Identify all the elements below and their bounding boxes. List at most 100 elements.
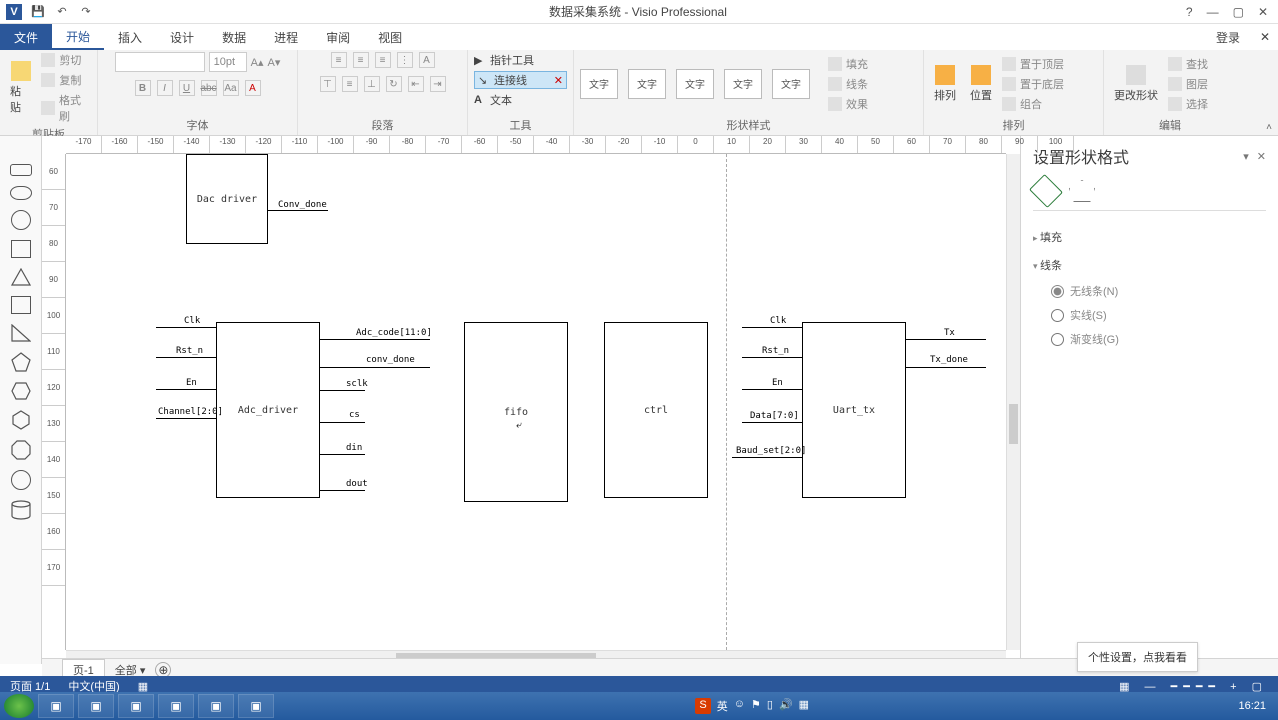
stencil-hexagon-icon[interactable]: [11, 382, 31, 400]
connector[interactable]: [732, 457, 802, 458]
bring-front-button[interactable]: 置于顶层: [1002, 56, 1064, 72]
valign-top-icon[interactable]: ⊤: [320, 76, 336, 92]
layers-button[interactable]: 图层: [1168, 76, 1208, 92]
connector[interactable]: [156, 389, 216, 390]
maximize-icon[interactable]: ▢: [1233, 5, 1244, 19]
underline-icon[interactable]: U: [179, 80, 195, 96]
save-icon[interactable]: 💾: [30, 4, 46, 20]
label-dout[interactable]: dout: [346, 479, 368, 489]
stencil-square-icon[interactable]: [11, 240, 31, 258]
connector[interactable]: [742, 422, 802, 423]
line-gradient-radio[interactable]: 渐变线(G): [1051, 331, 1266, 347]
label-channel[interactable]: Channel[2:0]: [158, 407, 223, 417]
label-conv-done[interactable]: conv_done: [366, 355, 415, 365]
tab-design[interactable]: 设计: [156, 24, 208, 50]
group-button[interactable]: 组合: [1002, 96, 1064, 112]
shape-dac-driver[interactable]: Dac driver: [186, 154, 268, 244]
label-conv-done-top[interactable]: Conv_done: [278, 200, 327, 210]
stencil-cylinder-icon[interactable]: [11, 500, 31, 520]
fill-button[interactable]: 填充: [828, 56, 868, 72]
tab-insert[interactable]: 插入: [104, 24, 156, 50]
minimize-icon[interactable]: —: [1207, 5, 1219, 19]
style-swatch-2[interactable]: 文字: [628, 69, 666, 99]
font-size-combo[interactable]: 10pt: [209, 52, 247, 72]
stencil-triangle-icon[interactable]: [11, 268, 31, 286]
label-clk2[interactable]: Clk: [770, 316, 786, 326]
fill-line-tab-icon[interactable]: [1029, 174, 1063, 208]
redo-icon[interactable]: ↷: [78, 4, 94, 20]
connector[interactable]: [320, 367, 430, 368]
taskbar-app-4[interactable]: ▣: [158, 694, 194, 718]
style-swatch-1[interactable]: 文字: [580, 69, 618, 99]
tray-icon[interactable]: ⚑: [751, 698, 761, 714]
strike-icon[interactable]: abc: [201, 80, 217, 96]
macro-icon[interactable]: ▦: [138, 680, 148, 693]
bold-icon[interactable]: B: [135, 80, 151, 96]
line-section-header[interactable]: 线条: [1033, 251, 1266, 279]
shape-adc-driver[interactable]: Adc_driver: [216, 322, 320, 498]
tray-icon[interactable]: 🔊: [779, 698, 793, 714]
shape-uart-tx[interactable]: Uart_tx: [802, 322, 906, 498]
label-rstn1[interactable]: Rst_n: [176, 346, 203, 356]
position-button[interactable]: 位置: [966, 63, 996, 105]
effects-button[interactable]: 效果: [828, 96, 868, 112]
start-button[interactable]: [4, 694, 34, 718]
stencil-pentagon-icon[interactable]: [11, 352, 31, 372]
taskbar-clock[interactable]: 16:21: [1230, 700, 1274, 712]
case-icon[interactable]: Aa: [223, 80, 239, 96]
valign-mid-icon[interactable]: ≡: [342, 76, 358, 92]
label-en1[interactable]: En: [186, 378, 197, 388]
ime-lang-icon[interactable]: 英: [717, 698, 728, 714]
text-tool-button[interactable]: A文本: [474, 92, 567, 108]
line-solid-radio[interactable]: 实线(S): [1051, 307, 1266, 323]
connector[interactable]: [742, 389, 802, 390]
select-button[interactable]: 选择: [1168, 96, 1208, 112]
connector[interactable]: [320, 390, 365, 391]
tray-icon[interactable]: ☺: [734, 698, 745, 714]
label-data[interactable]: Data[7:0]: [750, 411, 799, 421]
taskbar-app-6[interactable]: ▣: [238, 694, 274, 718]
style-swatch-4[interactable]: 文字: [724, 69, 762, 99]
connector[interactable]: [320, 339, 430, 340]
drawing-canvas[interactable]: Dac driver Conv_done Adc_driver Clk Rst_…: [66, 154, 1006, 650]
label-tx-done[interactable]: Tx_done: [930, 355, 968, 365]
help-icon[interactable]: ?: [1186, 5, 1193, 19]
connector[interactable]: [742, 357, 802, 358]
connector[interactable]: [742, 327, 802, 328]
tray-icon[interactable]: ▦: [799, 698, 809, 714]
paste-button[interactable]: 粘贴: [6, 59, 35, 117]
connector[interactable]: [156, 357, 216, 358]
tab-review[interactable]: 审阅: [312, 24, 364, 50]
vscroll-thumb[interactable]: [1009, 404, 1018, 444]
shape-style-gallery[interactable]: 文字 文字 文字 文字 文字: [580, 69, 810, 99]
stencil-circle2-icon[interactable]: [11, 470, 31, 490]
effects-tab-icon[interactable]: [1069, 180, 1095, 202]
pointer-tool-button[interactable]: ▶指针工具: [474, 52, 567, 68]
connector-tool-button[interactable]: ↘连接线✕: [474, 71, 567, 89]
connector[interactable]: [156, 418, 216, 419]
stencil-heptagon-icon[interactable]: [11, 410, 31, 430]
style-swatch-3[interactable]: 文字: [676, 69, 714, 99]
label-rstn2[interactable]: Rst_n: [762, 346, 789, 356]
stencil-rtriangle-icon[interactable]: [11, 324, 31, 342]
stencil-circle-icon[interactable]: [11, 210, 31, 230]
connector[interactable]: [320, 454, 365, 455]
taskbar-app-5[interactable]: ▣: [198, 694, 234, 718]
x-icon[interactable]: ✕: [554, 74, 563, 87]
taskbar-app-3[interactable]: ▣: [118, 694, 154, 718]
align-right-icon[interactable]: ≡: [375, 52, 391, 68]
italic-icon[interactable]: I: [157, 80, 173, 96]
cut-button[interactable]: 剪切: [41, 52, 91, 68]
connector[interactable]: [320, 422, 365, 423]
stencil-ellipse-icon[interactable]: [10, 186, 32, 200]
find-button[interactable]: 查找: [1168, 56, 1208, 72]
arrange-button[interactable]: 排列: [930, 63, 960, 105]
tab-view[interactable]: 视图: [364, 24, 416, 50]
change-shape-button[interactable]: 更改形状: [1110, 63, 1162, 105]
tab-home[interactable]: 开始: [52, 24, 104, 50]
line-none-radio[interactable]: 无线条(N): [1051, 283, 1266, 299]
taskbar-app-2[interactable]: ▣: [78, 694, 114, 718]
indent-inc-icon[interactable]: ⇥: [430, 76, 446, 92]
bullets-icon[interactable]: ⋮: [397, 52, 413, 68]
indent-dec-icon[interactable]: ⇤: [408, 76, 424, 92]
